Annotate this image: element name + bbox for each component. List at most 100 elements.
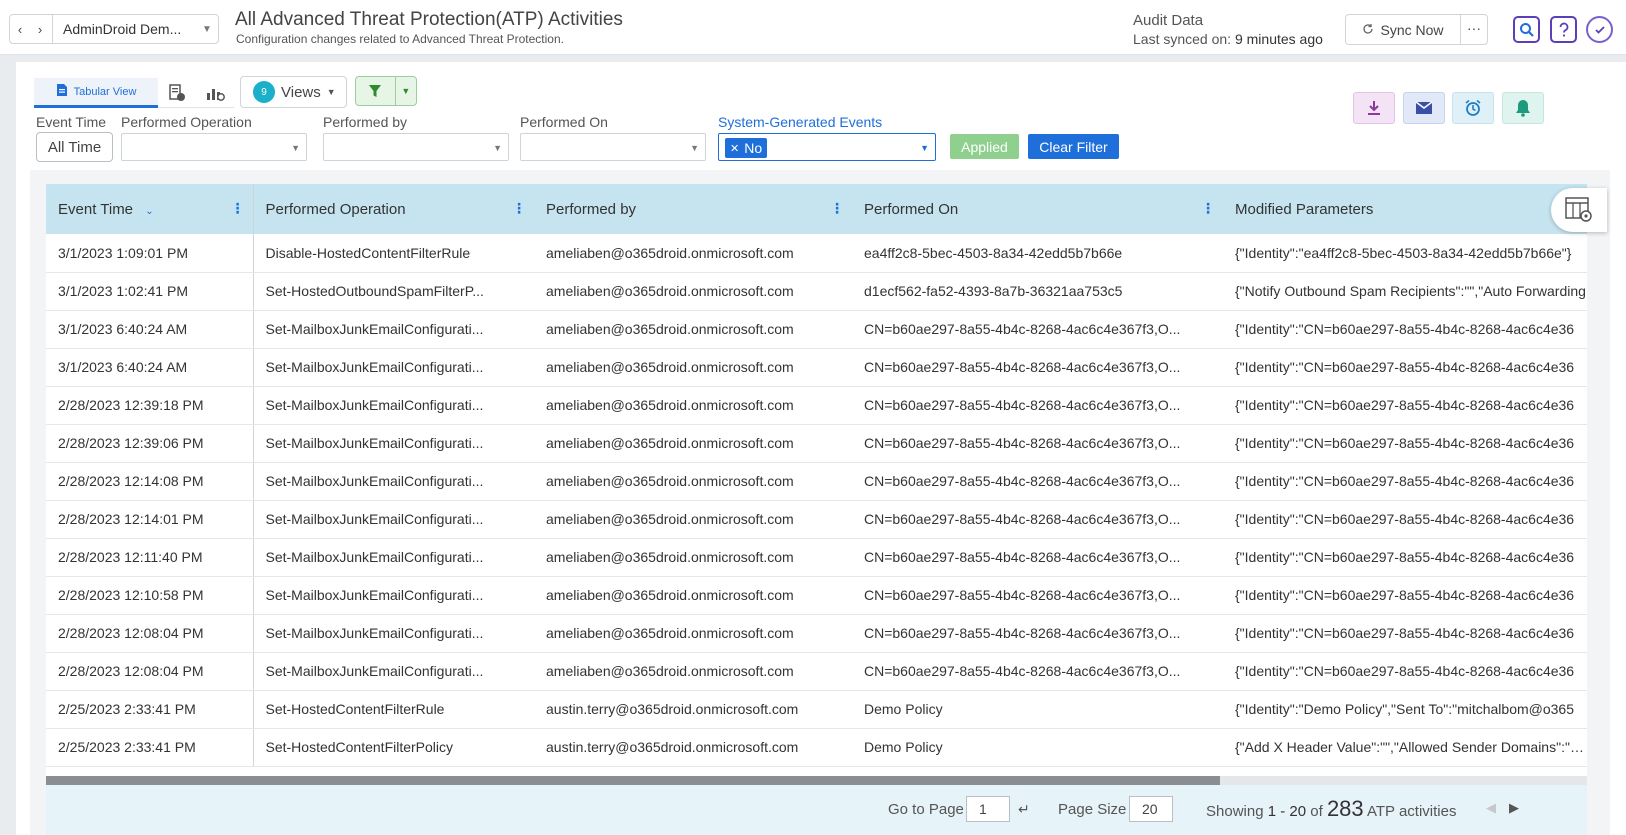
column-header-performed-operation[interactable]: Performed Operation ⋮ [253,184,534,234]
column-menu-icon[interactable]: ⋮ [830,201,844,215]
page-size-input[interactable]: 20 [1129,796,1173,822]
table-cell: ea4ff2c8-5bec-4503-8a34-42edd5b7b66e [852,234,1223,273]
table-cell: Set-MailboxJunkEmailConfigurati... [253,462,534,501]
chevron-left-icon[interactable]: ◀ [1486,800,1496,816]
table-cell: CN=b60ae297-8a55-4b4c-8268-4ac6c4e367f3,… [852,462,1223,501]
table-row[interactable]: 3/1/2023 6:40:24 AM Set-MailboxJunkEmailC… [46,348,1587,387]
chevron-down-icon[interactable]: ▼ [394,77,416,105]
chevron-right-icon[interactable]: › [30,22,50,37]
chevron-down-icon[interactable]: ▼ [196,24,218,35]
table-cell: Set-HostedContentFilterRule [253,690,534,729]
table-row[interactable]: 2/28/2023 12:39:18 PM Set-MailboxJunkEmai… [46,386,1587,425]
table-cell: {"Identity":"CN=b60ae297-8a55-4b4c-8268-… [1223,500,1587,539]
table-cell: {"Identity":"CN=b60ae297-8a55-4b4c-8268-… [1223,462,1587,501]
column-header-performed-on[interactable]: Performed On ⋮ [852,184,1223,234]
table-row[interactable]: 3/1/2023 1:09:01 PM Disable-HostedContent… [46,234,1587,273]
report-icon[interactable] [158,78,196,108]
column-header-modified-parameters[interactable]: Modified Parameters [1223,184,1587,234]
more-options-button[interactable]: ··· [1460,14,1488,45]
column-header-label: Performed On [864,200,959,218]
table-row[interactable]: 2/28/2023 12:11:40 PM Set-MailboxJunkEmai… [46,538,1587,577]
download-icon[interactable] [1353,92,1395,124]
enter-icon[interactable]: ↵ [1018,801,1030,818]
table-cell: 2/28/2023 12:11:40 PM [46,538,254,577]
column-settings-icon[interactable] [1551,188,1607,232]
total-count: 283 [1326,796,1364,821]
table-row[interactable]: 2/28/2023 12:14:01 PM Set-MailboxJunkEmai… [46,500,1587,539]
sync-now-button[interactable]: Sync Now [1345,14,1460,45]
table-row[interactable]: 2/28/2023 12:08:04 PM Set-MailboxJunkEmai… [46,614,1587,653]
tenant-selector[interactable]: AdminDroid Dem... [55,21,196,37]
help-icon[interactable] [1550,16,1577,43]
search-icon[interactable] [1513,16,1540,43]
table-cell: {"Identity":"CN=b60ae297-8a55-4b4c-8268-… [1223,652,1587,691]
table-row[interactable]: 2/28/2023 12:08:04 PM Set-MailboxJunkEmai… [46,652,1587,691]
column-menu-icon[interactable]: ⋮ [1201,201,1215,215]
table-cell: 2/28/2023 12:10:58 PM [46,576,254,615]
table-cell: Set-MailboxJunkEmailConfigurati... [253,424,534,463]
performed-on-select[interactable]: ▼ [520,133,706,161]
remove-chip-icon[interactable]: ✕ [730,142,739,155]
applied-button[interactable]: Applied [950,134,1019,159]
event-time-select[interactable]: All Time [36,132,113,162]
left-gutter [0,55,16,835]
filter-button[interactable]: ▼ [355,76,417,106]
table-cell: CN=b60ae297-8a55-4b4c-8268-4ac6c4e367f3,… [852,310,1223,349]
views-dropdown[interactable]: 9 Views ▼ [240,76,347,108]
column-menu-icon[interactable]: ⋮ [231,201,245,215]
scrollbar-thumb[interactable] [46,776,1220,785]
performed-by-select[interactable]: ▼ [323,133,509,161]
performed-operation-label: Performed Operation [121,114,252,130]
sort-desc-icon[interactable]: ⌄ [145,206,153,217]
chevron-left-icon[interactable]: ‹ [10,22,30,37]
table-cell: CN=b60ae297-8a55-4b4c-8268-4ac6c4e367f3,… [852,614,1223,653]
filter-icon[interactable] [356,77,395,105]
column-header-event-time[interactable]: Event Time ⌄ ⋮ [46,184,254,234]
table-cell: d1ecf562-fa52-4393-8a7b-36321aa753c5 [852,272,1223,311]
table-cell: {"Identity":"CN=b60ae297-8a55-4b4c-8268-… [1223,576,1587,615]
table-cell: Set-HostedOutboundSpamFilterP... [253,272,534,311]
clear-filter-button[interactable]: Clear Filter [1028,134,1119,159]
document-icon [56,83,68,100]
audit-data-label: Audit Data [1133,12,1204,29]
table-cell: CN=b60ae297-8a55-4b4c-8268-4ac6c4e367f3,… [852,386,1223,425]
table-cell: CN=b60ae297-8a55-4b4c-8268-4ac6c4e367f3,… [852,500,1223,539]
table-row[interactable]: 3/1/2023 6:40:24 AM Set-MailboxJunkEmailC… [46,310,1587,349]
mail-icon[interactable] [1403,92,1445,124]
table-row[interactable]: 3/1/2023 1:02:41 PM Set-HostedOutboundSpa… [46,272,1587,311]
table-cell: ameliaben@o365droid.onmicrosoft.com [534,234,852,273]
table-cell: {"Identity":"ea4ff2c8-5bec-4503-8a34-42e… [1223,234,1587,273]
page-size-label: Page Size [1058,801,1127,818]
table-cell: ameliaben@o365droid.onmicrosoft.com [534,462,852,501]
sync-icon [1362,22,1374,38]
tenant-nav: ‹ › AdminDroid Dem... ▼ [9,14,219,44]
system-generated-select[interactable]: ✕ No ▼ [718,133,936,161]
table-cell: ameliaben@o365droid.onmicrosoft.com [534,576,852,615]
bell-icon[interactable] [1502,92,1544,124]
chevron-right-icon[interactable]: ▶ [1509,800,1519,816]
table-row[interactable]: 2/28/2023 12:39:06 PM Set-MailboxJunkEmai… [46,424,1587,463]
filter-chip: ✕ No [725,138,768,158]
table-row[interactable]: 2/25/2023 2:33:41 PM Set-HostedContentFil… [46,690,1587,729]
views-label: Views [281,83,321,101]
column-header-performed-by[interactable]: Performed by ⋮ [534,184,852,234]
activity-icon[interactable] [1586,16,1613,43]
table-row[interactable]: 2/25/2023 2:33:41 PM Set-HostedContentFil… [46,728,1587,767]
table-cell: 3/1/2023 6:40:24 AM [46,348,254,387]
table-cell: ameliaben@o365droid.onmicrosoft.com [534,386,852,425]
chart-icon[interactable] [196,78,234,108]
goto-page-input[interactable]: 1 [966,796,1010,822]
tab-tabular-view[interactable]: Tabular View [34,78,158,108]
table-cell: {"Identity":"CN=b60ae297-8a55-4b4c-8268-… [1223,348,1587,387]
table-cell: CN=b60ae297-8a55-4b4c-8268-4ac6c4e367f3,… [852,652,1223,691]
column-header-label: Event Time [58,200,134,218]
performed-operation-select[interactable]: ▼ [121,133,307,161]
horizontal-scrollbar[interactable] [46,776,1587,785]
column-menu-icon[interactable]: ⋮ [512,201,526,215]
table-row[interactable]: 2/28/2023 12:14:08 PM Set-MailboxJunkEmai… [46,462,1587,501]
column-header-label: Modified Parameters [1235,200,1374,218]
last-synced-value: 9 minutes ago [1234,31,1323,47]
table-cell: Set-MailboxJunkEmailConfigurati... [253,652,534,691]
table-row[interactable]: 2/28/2023 12:10:58 PM Set-MailboxJunkEmai… [46,576,1587,615]
alarm-icon[interactable] [1452,92,1494,124]
